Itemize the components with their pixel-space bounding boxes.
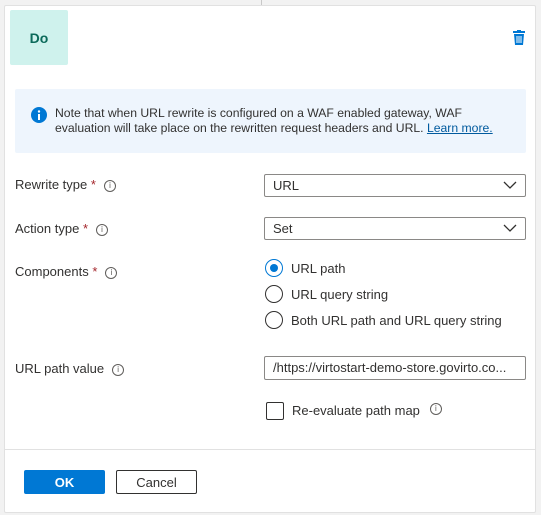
cancel-button[interactable]: Cancel [116, 470, 197, 494]
delete-button[interactable] [513, 30, 525, 48]
info-text: Note that when URL rewrite is configured… [55, 106, 462, 135]
radio-url-query-string[interactable]: URL query string [265, 285, 388, 303]
rewrite-type-dropdown[interactable]: URL [264, 174, 526, 197]
trash-icon [513, 30, 525, 45]
url-path-value-label: URL path value i [15, 361, 125, 376]
ok-button[interactable]: OK [24, 470, 105, 494]
reevaluate-label: Re-evaluate path map i [292, 403, 442, 418]
components-label: Components * i [15, 264, 118, 279]
chevron-down-icon [503, 224, 517, 232]
info-icon[interactable]: i [429, 403, 442, 415]
info-icon[interactable]: i [112, 364, 125, 376]
chevron-down-icon [503, 181, 517, 189]
info-icon[interactable]: i [96, 224, 109, 236]
info-icon[interactable]: i [105, 267, 118, 279]
radio-both[interactable]: Both URL path and URL query string [265, 311, 502, 329]
condition-badge: Do [10, 10, 68, 65]
url-path-value-input[interactable]: /https://virtostart-demo-store.govirto.c… [264, 356, 526, 380]
radio-url-path[interactable]: URL path [265, 259, 345, 277]
info-icon[interactable]: i [103, 180, 116, 192]
action-type-dropdown[interactable]: Set [264, 217, 526, 240]
footer-divider [5, 449, 535, 450]
info-icon [31, 107, 47, 123]
reevaluate-checkbox[interactable] [266, 402, 284, 420]
learn-more-link[interactable]: Learn more. [427, 121, 493, 135]
radio-icon [265, 311, 283, 329]
radio-icon [265, 285, 283, 303]
rewrite-type-label: Rewrite type * i [15, 177, 116, 192]
info-banner: Note that when URL rewrite is configured… [15, 89, 526, 153]
radio-selected-icon [265, 259, 283, 277]
action-type-label: Action type * i [15, 221, 109, 236]
badge-label: Do [29, 29, 49, 46]
